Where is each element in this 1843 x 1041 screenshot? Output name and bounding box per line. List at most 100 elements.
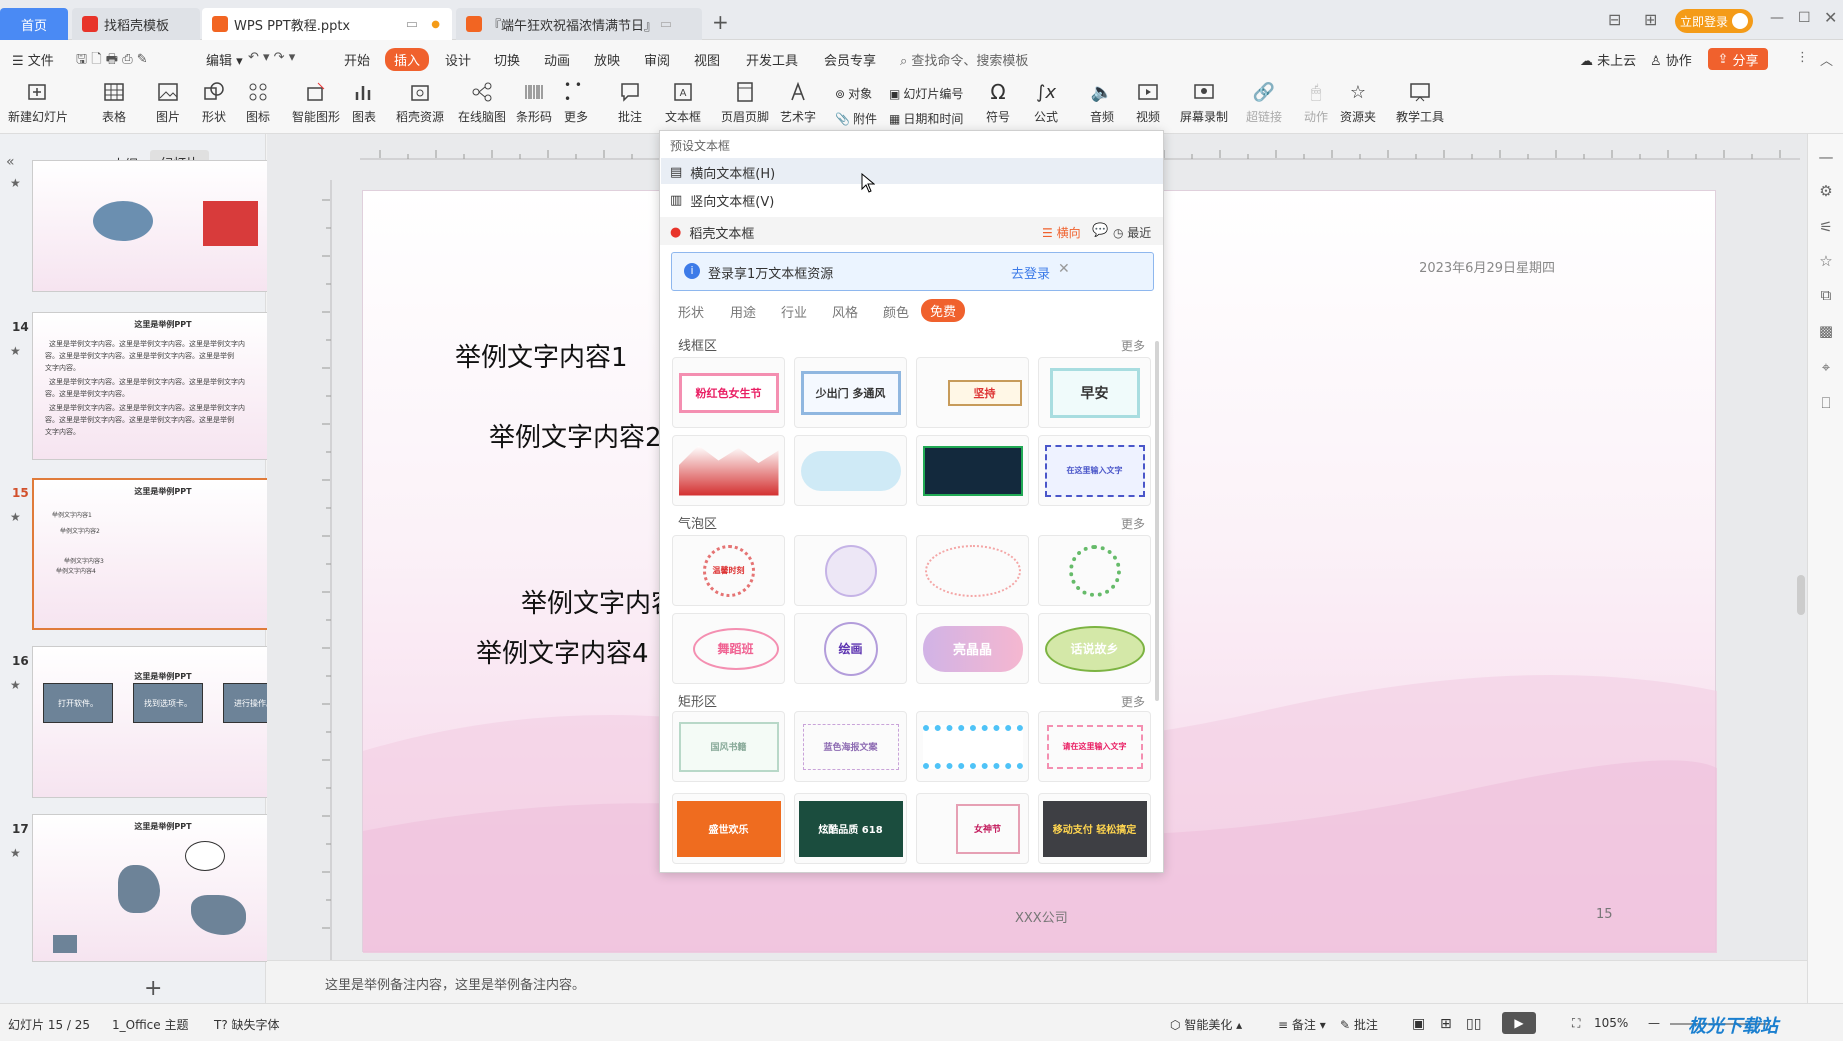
template-card[interactable]: 蓝色海报文案 (794, 711, 907, 782)
template-card[interactable]: 粉红色女生节 (672, 357, 785, 428)
symbol-button[interactable]: Ω 符号 (986, 80, 1010, 125)
notes-toggle[interactable]: ≡ 备注 ▾ (1278, 1016, 1326, 1033)
picture-button[interactable]: 图片 (156, 80, 180, 125)
template-card[interactable]: 早安 (1038, 357, 1151, 428)
menu-insert[interactable]: 插入 (385, 48, 430, 71)
comment-toggle[interactable]: ✎ 批注 (1340, 1016, 1378, 1033)
slide-thumbnail[interactable]: 这里是举例PPT (32, 814, 294, 962)
menu-member[interactable]: 会员专享 (824, 50, 876, 69)
share-button[interactable]: ⇪ 分享 (1708, 48, 1768, 70)
grid-icon[interactable]: ⊞ (1644, 10, 1657, 29)
add-slide-icon[interactable]: + (144, 976, 162, 1001)
tab-document[interactable]: WPS PPT教程.pptx ▭ ● (202, 8, 452, 40)
book-icon[interactable]: ⎕ (1817, 394, 1835, 412)
tab-home[interactable]: 首页 (0, 8, 68, 40)
icon-button[interactable]: 图标 (246, 80, 270, 125)
command-search[interactable]: ⌕ 查找命令、搜索模板 (900, 50, 1028, 69)
audio-button[interactable]: 🔈 音频 (1090, 80, 1114, 125)
menu-edit[interactable]: 编辑 ▾ (206, 50, 243, 69)
collab-button[interactable]: ♙ 协作 (1650, 50, 1692, 69)
resources-button[interactable]: ☆ 资源夹 (1340, 80, 1376, 125)
menu-design[interactable]: 设计 (445, 50, 471, 69)
layout-icon[interactable]: ⊟ (1608, 10, 1621, 29)
quick-access-icons[interactable]: 🖫 🗋 🖶 ⎙ ✎ (76, 50, 148, 72)
chat-icon[interactable]: 💬 (1092, 223, 1108, 238)
menu-view[interactable]: 视图 (694, 50, 720, 69)
more-icon[interactable]: ⋮ (1796, 50, 1809, 65)
animation-icon[interactable]: ☆ (1817, 252, 1835, 270)
image-icon[interactable]: ▩ (1817, 322, 1835, 340)
action-button[interactable]: 🖱 动作 (1304, 80, 1328, 125)
horizontal-textbox-item[interactable]: ▤ 横向文本框(H) (670, 163, 775, 182)
template-card[interactable]: 绘画 (794, 613, 907, 684)
tab-templates[interactable]: 找稻壳模板 (72, 8, 200, 40)
slide-thumbnail[interactable]: 这里是举例PPT 这里是举例文字内容。这里是举例文字内容。这里是举例文字内 容。… (32, 312, 294, 460)
play-icon[interactable]: ▶ (1502, 1012, 1536, 1034)
chart-button[interactable]: 图表 (352, 80, 376, 125)
undo-redo-icons[interactable]: ↶ ▾ ↷ ▾ (248, 50, 295, 65)
shape-button[interactable]: 形状 (202, 80, 226, 125)
slides-icon[interactable]: ⧉ (1817, 286, 1835, 304)
formula-button[interactable]: ∫x 公式 (1034, 80, 1058, 125)
missing-font-button[interactable]: T? 缺失字体 (214, 1016, 280, 1033)
more-insert-button[interactable]: • • • 更多 (564, 78, 588, 125)
recent-button[interactable]: ◷ 最近 (1113, 224, 1151, 241)
template-card[interactable]: 移动支付 轻松搞定 (1038, 793, 1151, 864)
login-button[interactable]: 立即登录 (1675, 9, 1753, 33)
reading-view-icon[interactable]: ▯▯ (1466, 1016, 1481, 1032)
template-card[interactable]: 坚持 (916, 357, 1029, 428)
vertical-textbox-item[interactable]: ▥ 竖向文本框(V) (670, 191, 774, 210)
slide-text-1[interactable]: 举例文字内容1 (455, 337, 628, 374)
wireframe-more-link[interactable]: 更多 (1121, 337, 1145, 354)
template-card[interactable]: 舞蹈班 (672, 613, 785, 684)
template-card[interactable]: 亮晶晶 (916, 613, 1029, 684)
collapse-ribbon-icon[interactable]: ︿ (1820, 50, 1833, 69)
menu-dev[interactable]: 开发工具 (746, 50, 798, 69)
template-card[interactable] (916, 535, 1029, 606)
beautify-button[interactable]: ⬡ 智能美化 ▴ (1170, 1016, 1242, 1033)
slide-footer-company[interactable]: XXX公司 (1015, 907, 1068, 926)
menu-transition[interactable]: 切换 (494, 50, 520, 69)
video-button[interactable]: 视频 (1136, 80, 1160, 125)
hyperlink-button[interactable]: 🔗 超链接 (1246, 80, 1282, 125)
comment-button[interactable]: 批注 (618, 80, 642, 125)
filter-industry[interactable]: 行业 (781, 302, 807, 321)
textbox-button[interactable]: A 文本框 (665, 80, 701, 125)
header-footer-button[interactable]: 页眉页脚 (721, 80, 769, 125)
menu-start[interactable]: 开始 (344, 50, 370, 69)
zoom-out-icon[interactable]: — (1648, 1016, 1660, 1030)
filter-usage[interactable]: 用途 (730, 302, 756, 321)
slide-text-3[interactable]: 举例文字内容3 (521, 583, 661, 620)
template-card[interactable]: 炫酷品质 618 (794, 793, 907, 864)
slide-text-4[interactable]: 举例文字内容4 (476, 633, 649, 670)
slide-number-button[interactable]: ▣ 幻灯片编号 (889, 85, 963, 102)
template-card[interactable]: 少出门 多通风 (794, 357, 907, 428)
theme-name[interactable]: 1_Office 主题 (112, 1016, 188, 1033)
template-card[interactable] (916, 435, 1029, 506)
template-card[interactable] (794, 535, 907, 606)
wordart-button[interactable]: 艺术字 (780, 80, 816, 125)
template-card[interactable] (794, 435, 907, 506)
filter-free[interactable]: 免费 (921, 299, 966, 322)
close-icon[interactable]: ✕ (1824, 8, 1837, 27)
template-card[interactable]: 话说故乡 (1038, 613, 1151, 684)
dropdown-scrollbar[interactable] (1155, 341, 1159, 701)
slide-thumbnail[interactable]: 这里是举例PPT 打开软件。 找到选项卡。 进行操作。 (32, 646, 294, 798)
filter-color[interactable]: 颜色 (883, 302, 909, 321)
template-card[interactable]: 国风书籍 (672, 711, 785, 782)
menu-file[interactable]: ☰ 文件 (12, 50, 54, 69)
go-login-link[interactable]: 去登录 (1011, 263, 1050, 282)
datetime-button[interactable]: ▦ 日期和时间 (889, 110, 963, 127)
fit-icon[interactable]: ⛶ (1572, 1016, 1580, 1031)
properties-icon[interactable]: ⚟ (1817, 218, 1835, 236)
minimize-icon[interactable]: — (1770, 10, 1784, 26)
screen-icon[interactable]: ▭ (406, 17, 418, 32)
barcode-button[interactable]: 条形码 (516, 80, 552, 125)
slide-thumbnail[interactable] (32, 160, 294, 292)
slide-thumbnail-selected[interactable]: 这里是举例PPT 举例文字内容1 举例文字内容2 举例文字内容3 举例文字内容4 (32, 478, 294, 630)
location-icon[interactable]: ⌖ (1817, 358, 1835, 376)
template-card[interactable]: 盛世欢乐 (672, 793, 785, 864)
slide-text-2[interactable]: 举例文字内容2 (489, 417, 662, 454)
screen-record-button[interactable]: 屏幕录制 (1180, 80, 1228, 125)
filter-style[interactable]: 风格 (832, 302, 858, 321)
